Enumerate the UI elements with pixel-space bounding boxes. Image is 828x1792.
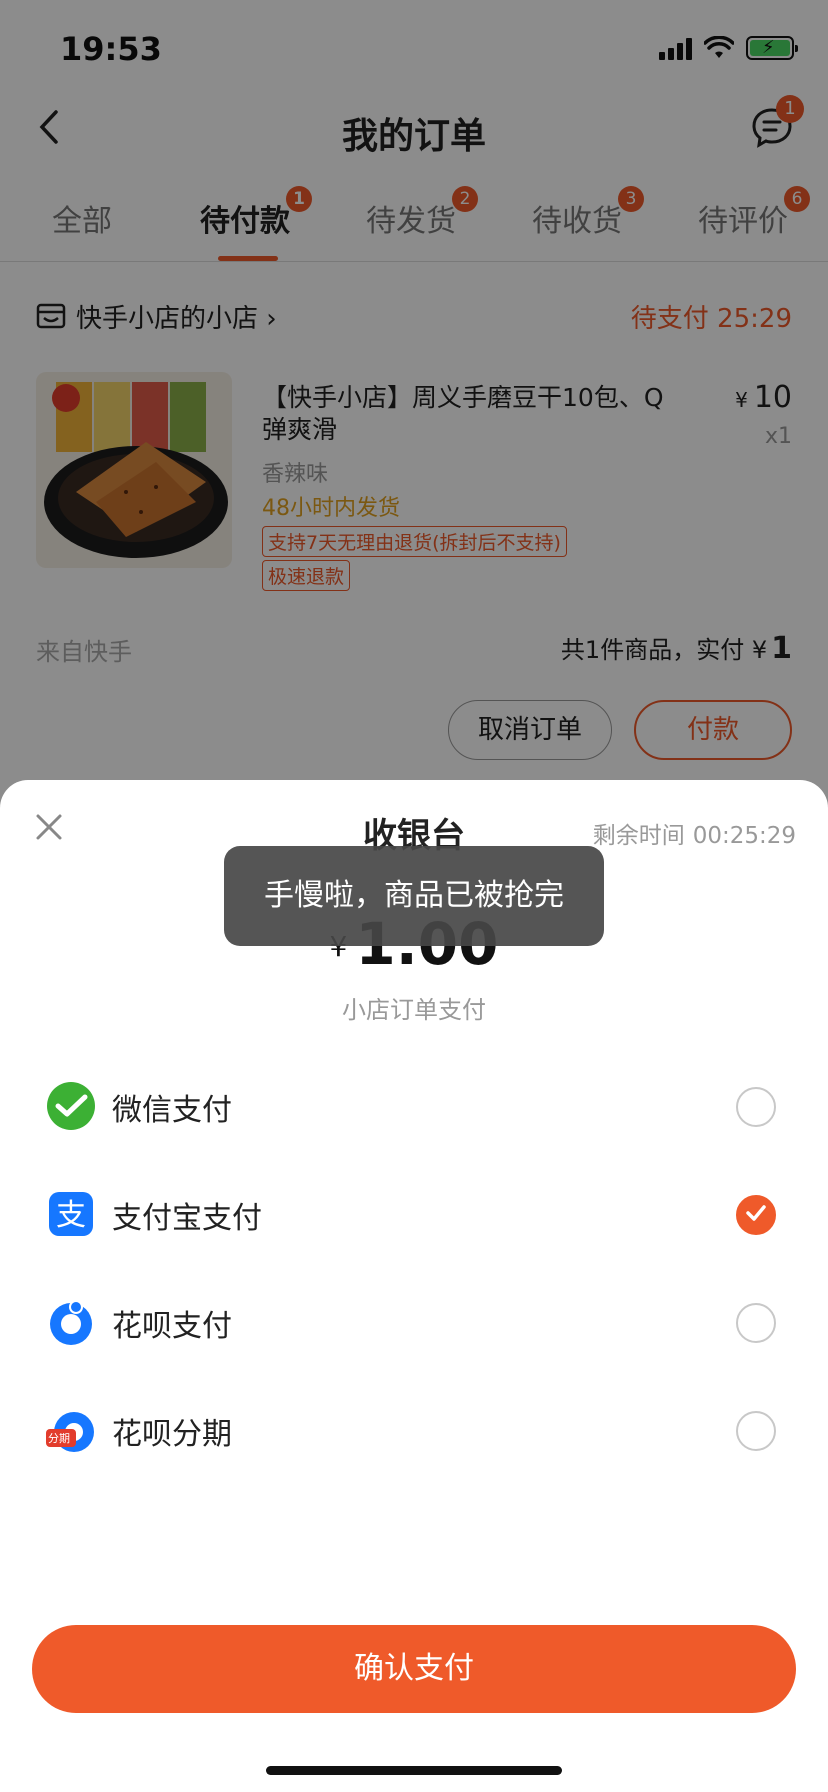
pay-option-huabei-installment[interactable]: 分期 花呗分期	[0, 1379, 828, 1479]
alipay-icon: 支	[49, 1192, 93, 1236]
pay-option-label: 花呗分期	[112, 1417, 232, 1452]
payment-subtitle: 小店订单支付	[342, 996, 486, 1024]
pay-option-alipay[interactable]: 支 支付宝支付	[0, 1163, 828, 1263]
svg-text:支: 支	[56, 1198, 86, 1233]
huabei-installment-icon: 分期	[46, 1405, 96, 1455]
radio-wechat[interactable]	[736, 1087, 776, 1127]
sold-out-toast: 手慢啦，商品已被抢完	[224, 846, 604, 946]
pay-option-label: 支付宝支付	[112, 1201, 262, 1236]
checkmark-icon	[746, 1205, 766, 1221]
installment-badge-text: 分期	[48, 1432, 70, 1445]
pay-option-wechat[interactable]: 微信支付	[0, 1055, 828, 1155]
radio-alipay[interactable]	[736, 1195, 776, 1235]
huabei-icon	[50, 1300, 92, 1345]
remaining-time: 剩余时间 00:25:29	[592, 823, 796, 849]
radio-huabei[interactable]	[736, 1303, 776, 1343]
pay-option-label: 微信支付	[112, 1093, 232, 1128]
home-indicator	[266, 1766, 562, 1775]
pay-option-huabei[interactable]: 花呗支付	[0, 1271, 828, 1371]
radio-huabei-installment[interactable]	[736, 1411, 776, 1451]
wechat-pay-icon	[47, 1082, 95, 1130]
confirm-payment-button[interactable]: 确认支付	[32, 1625, 796, 1713]
pay-option-label: 花呗支付	[112, 1309, 232, 1344]
